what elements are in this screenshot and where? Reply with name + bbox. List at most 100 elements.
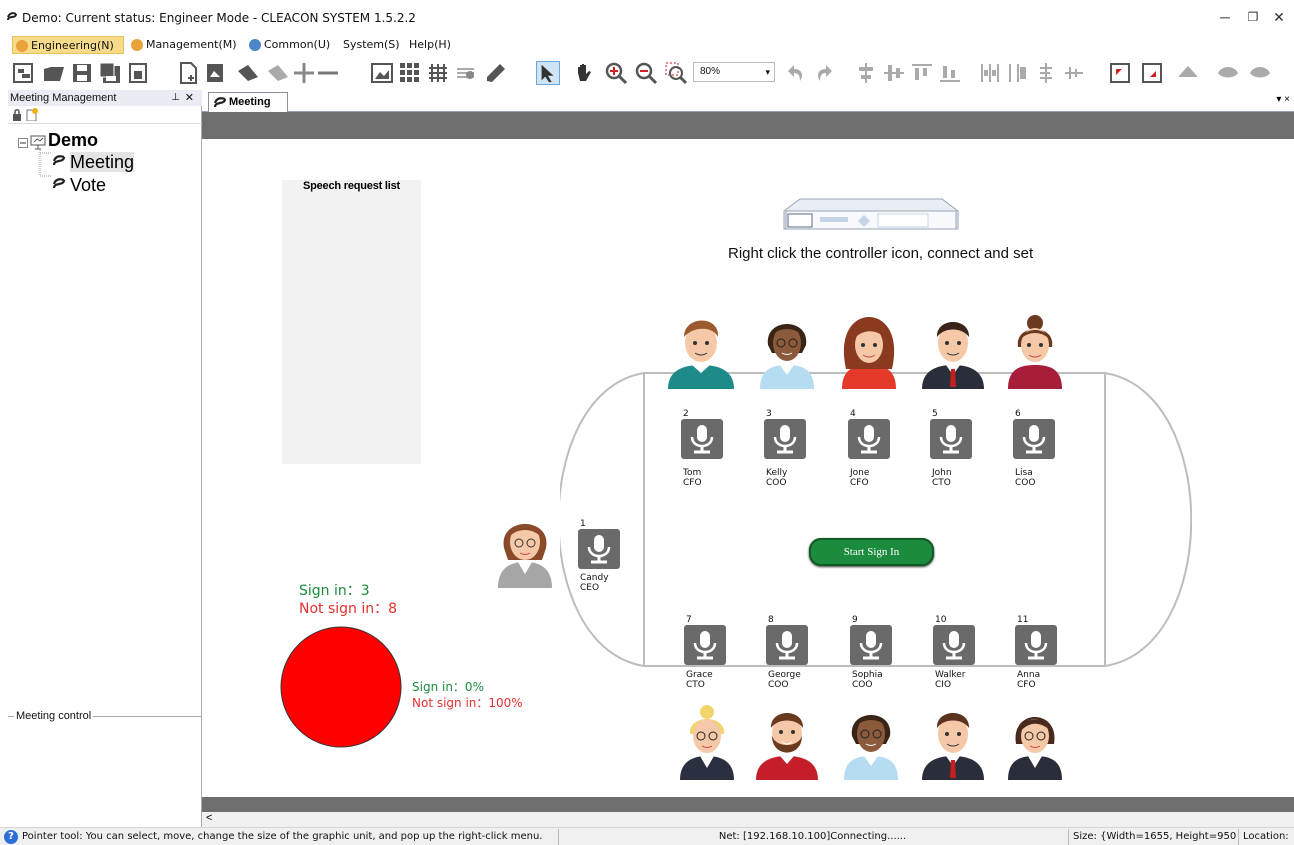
controller-device-icon[interactable] (782, 197, 962, 233)
mic-chair[interactable] (578, 529, 620, 569)
top-seat-mic[interactable] (681, 419, 723, 459)
remove-icon[interactable] (316, 61, 340, 85)
bring-front-icon[interactable] (1108, 61, 1132, 85)
status-tool-hint: Pointer tool: You can select, move, chan… (22, 831, 543, 842)
bottom-seat-mic[interactable] (850, 625, 892, 665)
cut-icon[interactable] (236, 61, 260, 85)
bottom-seat-number: 11 (1017, 615, 1029, 625)
shape-add-icon[interactable] (1216, 61, 1240, 85)
speech-request-list[interactable] (282, 180, 421, 464)
new-project-icon[interactable] (12, 61, 36, 85)
zoom-value: 80% (700, 66, 721, 77)
open-folder-icon[interactable] (42, 61, 66, 85)
pointer-tool-icon[interactable] (536, 61, 560, 85)
picture-icon[interactable] (370, 61, 394, 85)
tree-node-vote-label: Vote (70, 175, 107, 195)
zoom-select[interactable]: 80% ▾ (693, 62, 775, 82)
avatar-john (918, 313, 988, 389)
tree-node-vote[interactable]: Vote (70, 175, 106, 196)
tab-list-chevron-icon[interactable]: ▾ × (1276, 94, 1290, 105)
zoom-fit-icon[interactable] (664, 61, 688, 85)
microphone-icon (775, 631, 799, 660)
vote-logo-icon (52, 178, 66, 189)
meeting-logo-icon (213, 97, 227, 108)
pencil-icon[interactable] (484, 61, 508, 85)
bottom-seat-number: 10 (935, 615, 947, 625)
bottom-seat-number: 7 (686, 615, 692, 625)
shape-fill-icon[interactable] (1176, 61, 1200, 85)
hash-grid-icon[interactable] (426, 61, 450, 85)
align-center-v-icon[interactable] (882, 61, 906, 85)
text-block-icon[interactable] (454, 61, 478, 85)
add-icon[interactable] (292, 61, 316, 85)
microphone-icon (1024, 631, 1048, 660)
collapse-icon[interactable] (18, 138, 28, 148)
menu-help[interactable]: Help(H) (391, 36, 451, 54)
save-all-icon[interactable] (98, 61, 122, 85)
menu-engineering[interactable]: Engineering(N) (12, 36, 124, 54)
undo-icon[interactable] (784, 61, 808, 85)
bottom-seat-label: Sophia COO (852, 670, 883, 690)
avatar-kelly (752, 313, 822, 389)
avatar-walker (918, 704, 988, 780)
minimize-button[interactable]: ─ (1210, 6, 1240, 28)
send-back-icon[interactable] (1140, 61, 1164, 85)
new-page-icon[interactable] (176, 61, 200, 85)
canvas-footer-bar (202, 797, 1294, 812)
top-seat-mic[interactable] (930, 419, 972, 459)
toolbar (0, 56, 1294, 90)
lock-icon[interactable] (12, 109, 22, 121)
start-sign-in-button[interactable]: Start Sign In (809, 538, 934, 566)
tab-meeting-label: Meeting (229, 96, 271, 108)
microphone-icon (857, 425, 881, 454)
pin-icon[interactable]: ⊥ (171, 90, 180, 106)
manager-icon (131, 39, 143, 51)
close-window-button[interactable]: ✕ (1264, 6, 1294, 28)
align-bottom-icon[interactable] (938, 61, 962, 85)
new-doc-icon[interactable] (26, 108, 38, 121)
top-seat-mic[interactable] (1013, 419, 1055, 459)
tree-node-demo[interactable]: Demo (48, 130, 98, 151)
menu-common[interactable]: Common(U) (246, 36, 330, 54)
meeting-control-group: Meeting control (8, 710, 202, 827)
distribute-v-icon[interactable] (1006, 61, 1030, 85)
grid-icon[interactable] (398, 61, 422, 85)
export-icon[interactable] (126, 61, 150, 85)
speech-request-title: Speech request list (302, 180, 401, 192)
bottom-seat-mic[interactable] (933, 625, 975, 665)
same-height-icon[interactable] (1062, 61, 1086, 85)
save-icon[interactable] (70, 61, 94, 85)
panel-close-icon[interactable]: ✕ (185, 90, 194, 106)
conference-table (560, 372, 1192, 667)
tab-meeting[interactable]: Meeting (208, 92, 288, 112)
tree-node-meeting[interactable]: Meeting (70, 152, 135, 173)
hand-pan-icon[interactable] (572, 61, 596, 85)
bottom-seat-mic[interactable] (1015, 625, 1057, 665)
distribute-h-icon[interactable] (978, 61, 1002, 85)
title-bar: Demo: Current status: Engineer Mode - CL… (0, 0, 1294, 34)
menu-management[interactable]: Management(M) (128, 36, 237, 54)
avatar-anna (1000, 704, 1070, 780)
align-center-h-icon[interactable] (854, 61, 878, 85)
scroll-left-arrow-icon[interactable]: < (206, 812, 212, 824)
bottom-seat-mic[interactable] (684, 625, 726, 665)
meeting-logo-icon (52, 155, 66, 166)
top-seat-mic[interactable] (848, 419, 890, 459)
zoom-out-icon[interactable] (634, 61, 658, 85)
zoom-in-icon[interactable] (604, 61, 628, 85)
menu-system[interactable]: System(S) (325, 36, 400, 54)
app-logo-icon (7, 12, 17, 21)
same-width-icon[interactable] (1034, 61, 1058, 85)
paste-icon[interactable] (266, 61, 290, 85)
top-seat-mic[interactable] (764, 419, 806, 459)
sign-in-pie-chart (280, 626, 402, 748)
bottom-seat-mic[interactable] (766, 625, 808, 665)
image-doc-icon[interactable] (204, 61, 228, 85)
horizontal-scrollbar[interactable]: < (202, 812, 1294, 827)
seat-label-chair: Candy CEO (580, 573, 609, 593)
align-top-icon[interactable] (910, 61, 934, 85)
shape-edit-icon[interactable] (1248, 61, 1272, 85)
document-tab-strip: Meeting ▾ × (202, 90, 1294, 112)
microphone-icon (859, 631, 883, 660)
redo-icon[interactable] (812, 61, 836, 85)
